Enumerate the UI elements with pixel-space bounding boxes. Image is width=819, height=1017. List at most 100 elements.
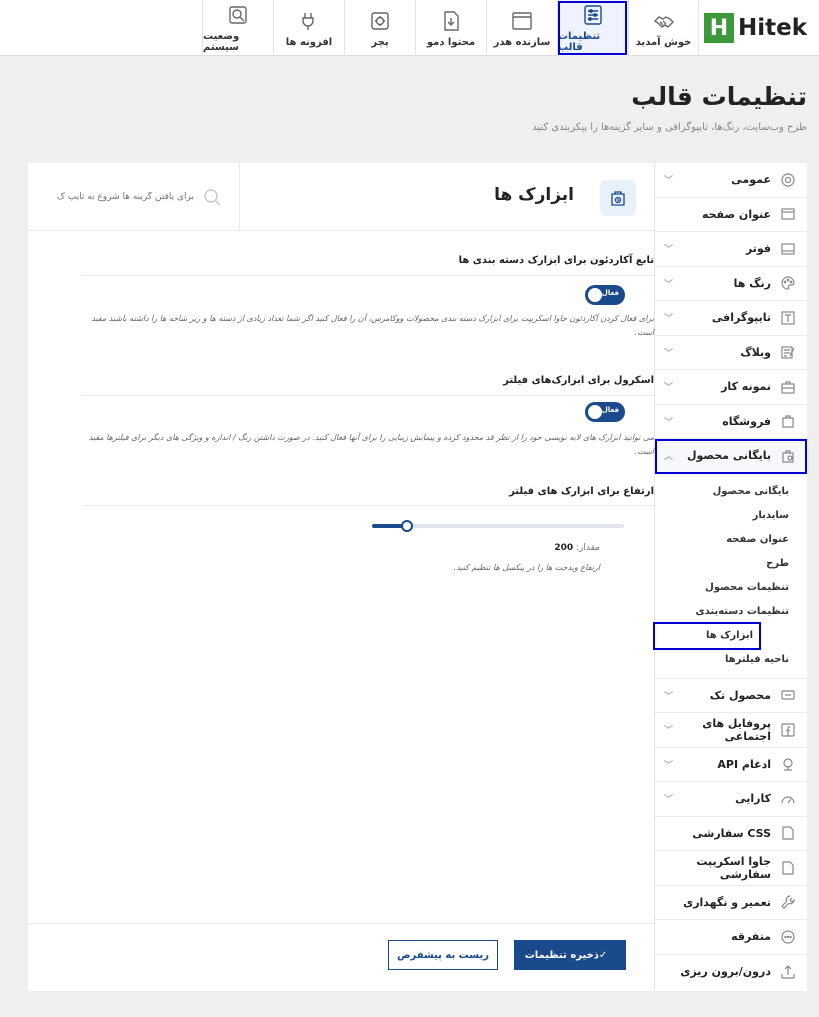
settings-content: ابزارک ها تابع آکاردئون برای ابزارک دسته… <box>28 163 654 991</box>
tab-system-status[interactable]: وضعیت سیستم <box>202 0 273 56</box>
save-label: ذخیره تنظیمات <box>524 949 599 961</box>
sidebar-item-custom-js[interactable]: جاوا اسکریپت سفارشی <box>655 851 807 886</box>
sidebar-item-label: پروفایل های اجتماعی <box>702 716 771 743</box>
wrench-icon <box>779 893 797 911</box>
sidebar-item-colors[interactable]: رنگ ها ﹀ <box>655 267 807 301</box>
product-archive-submenu: بایگانی محصول سایدبار عنوان صفحه طرح تنظ… <box>653 474 807 679</box>
sidebar-item-label: عنوان صفحه <box>701 207 771 221</box>
sidebar-item-import-export[interactable]: درون/برون ریزی <box>655 955 807 990</box>
sidebar-item-label: محصول تک <box>709 688 771 702</box>
submenu-item-sidebar[interactable]: سایدبار <box>655 504 807 528</box>
search-input[interactable] <box>44 187 194 207</box>
submenu-item-page-title[interactable]: عنوان صفحه <box>655 528 807 552</box>
tab-label: پچر <box>371 36 389 48</box>
toggle-knob <box>588 288 602 302</box>
sidebar-item-performance[interactable]: کارایی ﹀ <box>655 782 807 817</box>
sidebar-item-label: عمومی <box>731 173 771 187</box>
chevron-down-icon: ﹀ <box>663 795 673 806</box>
widgets-section-icon <box>600 180 636 216</box>
sidebar-item-label: کارایی <box>735 792 771 806</box>
sidebar-item-portfolio[interactable]: نمونه کار ﹀ <box>655 370 807 405</box>
chevron-down-icon: ﹀ <box>663 348 673 359</box>
submenu-item-widgets[interactable]: ابزارک ها <box>653 621 761 650</box>
submenu-item-layout[interactable]: طرح <box>655 552 807 576</box>
tab-label: خوش آمدید <box>635 36 692 48</box>
sidebar-item-label: بایگانی محصول <box>686 449 771 463</box>
divider <box>82 505 654 506</box>
sidebar-item-label: CSS سفارشی <box>692 826 771 840</box>
settings-sliders-icon <box>584 5 602 25</box>
tab-label: وضعیت سیستم <box>203 31 240 53</box>
typography-icon <box>779 309 797 327</box>
chevron-down-icon: ﹀ <box>663 691 673 702</box>
save-settings-button[interactable]: ذخیره تنظیمات ✓ <box>514 940 626 970</box>
sidebar-item-maintenance[interactable]: تعمیر و نگهداری <box>655 886 807 920</box>
page-title: تنظیمات قالب <box>631 82 807 111</box>
sidebar-item-label: درون/برون ریزی <box>680 965 771 979</box>
upload-icon <box>779 963 797 981</box>
search-icon[interactable] <box>202 187 222 207</box>
sidebar-item-label: رنگ ها <box>733 276 771 290</box>
speedometer-icon <box>779 790 797 808</box>
sidebar-item-shop[interactable]: فروشگاه ﹀ <box>655 405 807 439</box>
sidebar-item-single-product[interactable]: محصول تک ﹀ <box>655 679 807 713</box>
reset-defaults-button[interactable]: ریست به پیشفرض <box>388 940 498 970</box>
tab-theme-settings[interactable]: تنظیمات قالب <box>557 0 628 56</box>
plugins-icon <box>302 12 314 30</box>
header-builder-icon <box>512 11 532 30</box>
gear-icon <box>779 171 797 189</box>
sidebar-item-label: فروشگاه <box>722 414 771 428</box>
tab-label: افزونه ها <box>285 36 333 48</box>
sidebar-item-misc[interactable]: متفرقه <box>655 920 807 955</box>
toggle-label: فعال <box>601 289 619 297</box>
demo-content-icon <box>444 10 459 31</box>
submenu-item-product-settings[interactable]: تنظیمات محصول <box>655 576 807 600</box>
more-dots-icon <box>779 928 797 946</box>
sidebar-item-custom-css[interactable]: CSS سفارشی <box>655 817 807 851</box>
tab-patcher[interactable]: پچر <box>344 0 415 56</box>
submenu-item-category-settings[interactable]: تنظیمات دسته‌بندی <box>655 600 807 624</box>
page-subtitle: طرح وب‌سایت، رنگ‌ها، تایپوگرافی و سایر گ… <box>532 122 807 133</box>
handshake-icon <box>653 15 674 28</box>
sidebar-item-product-archive[interactable]: بایگانی محصول ︿ <box>655 439 807 474</box>
chevron-down-icon: ﹀ <box>663 383 673 394</box>
tab-label: محتوا دمو <box>426 36 476 48</box>
scroll-toggle[interactable]: فعال <box>585 402 625 422</box>
chevron-up-icon: ︿ <box>663 452 673 463</box>
sidebar-item-label: ادغام API <box>717 757 771 771</box>
submenu-item-product-archive[interactable]: بایگانی محصول <box>655 480 807 504</box>
tab-plugins[interactable]: افزونه ها <box>273 0 344 56</box>
sidebar-item-general[interactable]: عمومی ﹀ <box>655 163 807 198</box>
chevron-down-icon: ﹀ <box>663 176 673 187</box>
sidebar-item-typography[interactable]: تایپوگرافی ﹀ <box>655 301 807 336</box>
palette-icon <box>779 274 797 292</box>
single-product-icon <box>779 686 797 704</box>
scroll-setting-title: اسکرول برای ابزارک‌های فیلتر <box>503 375 654 386</box>
settings-panel: عمومی ﹀ عنوان صفحه فوتر ﹀ رنگ ها ﹀ تایپو… <box>28 163 807 991</box>
tab-demo-content[interactable]: محتوا دمو <box>415 0 486 56</box>
sidebar-item-api-integration[interactable]: ادغام API ﹀ <box>655 748 807 782</box>
sidebar-item-label: وبلاگ <box>740 345 771 359</box>
submenu-item-filters-area[interactable]: ناحیه فیلترها <box>655 648 807 672</box>
chevron-down-icon: ﹀ <box>663 314 673 325</box>
tab-header-builder[interactable]: سازنده هدر <box>486 0 557 56</box>
content-footer: ذخیره تنظیمات ✓ ریست به پیشفرض <box>28 923 654 991</box>
blog-icon <box>779 343 797 361</box>
api-icon <box>779 755 797 773</box>
height-help: ارتفاع ویدجت ها را در پیکسل ها تنظیم کنی… <box>453 563 600 572</box>
search-box <box>28 163 240 231</box>
sidebar-item-label: فوتر <box>745 242 771 256</box>
sidebar-item-label: نمونه کار <box>721 380 771 394</box>
sidebar-item-page-title[interactable]: عنوان صفحه <box>655 198 807 232</box>
js-file-icon <box>779 859 797 877</box>
tab-welcome[interactable]: خوش آمدید <box>628 0 699 56</box>
toggle-label: فعال <box>601 406 619 414</box>
sidebar-item-social-profiles[interactable]: پروفایل های اجتماعی ﹀ <box>655 713 807 748</box>
sidebar-item-footer[interactable]: فوتر ﹀ <box>655 232 807 267</box>
hitek-logo[interactable]: H Hitek <box>703 13 807 43</box>
accordion-toggle[interactable]: فعال <box>585 285 625 305</box>
height-slider-thumb[interactable] <box>401 520 414 532</box>
product-archive-icon <box>779 447 797 465</box>
sidebar-item-blog[interactable]: وبلاگ ﹀ <box>655 336 807 370</box>
scroll-description: می توانید ابزارک های لایه نویسی خود را ا… <box>88 433 654 456</box>
